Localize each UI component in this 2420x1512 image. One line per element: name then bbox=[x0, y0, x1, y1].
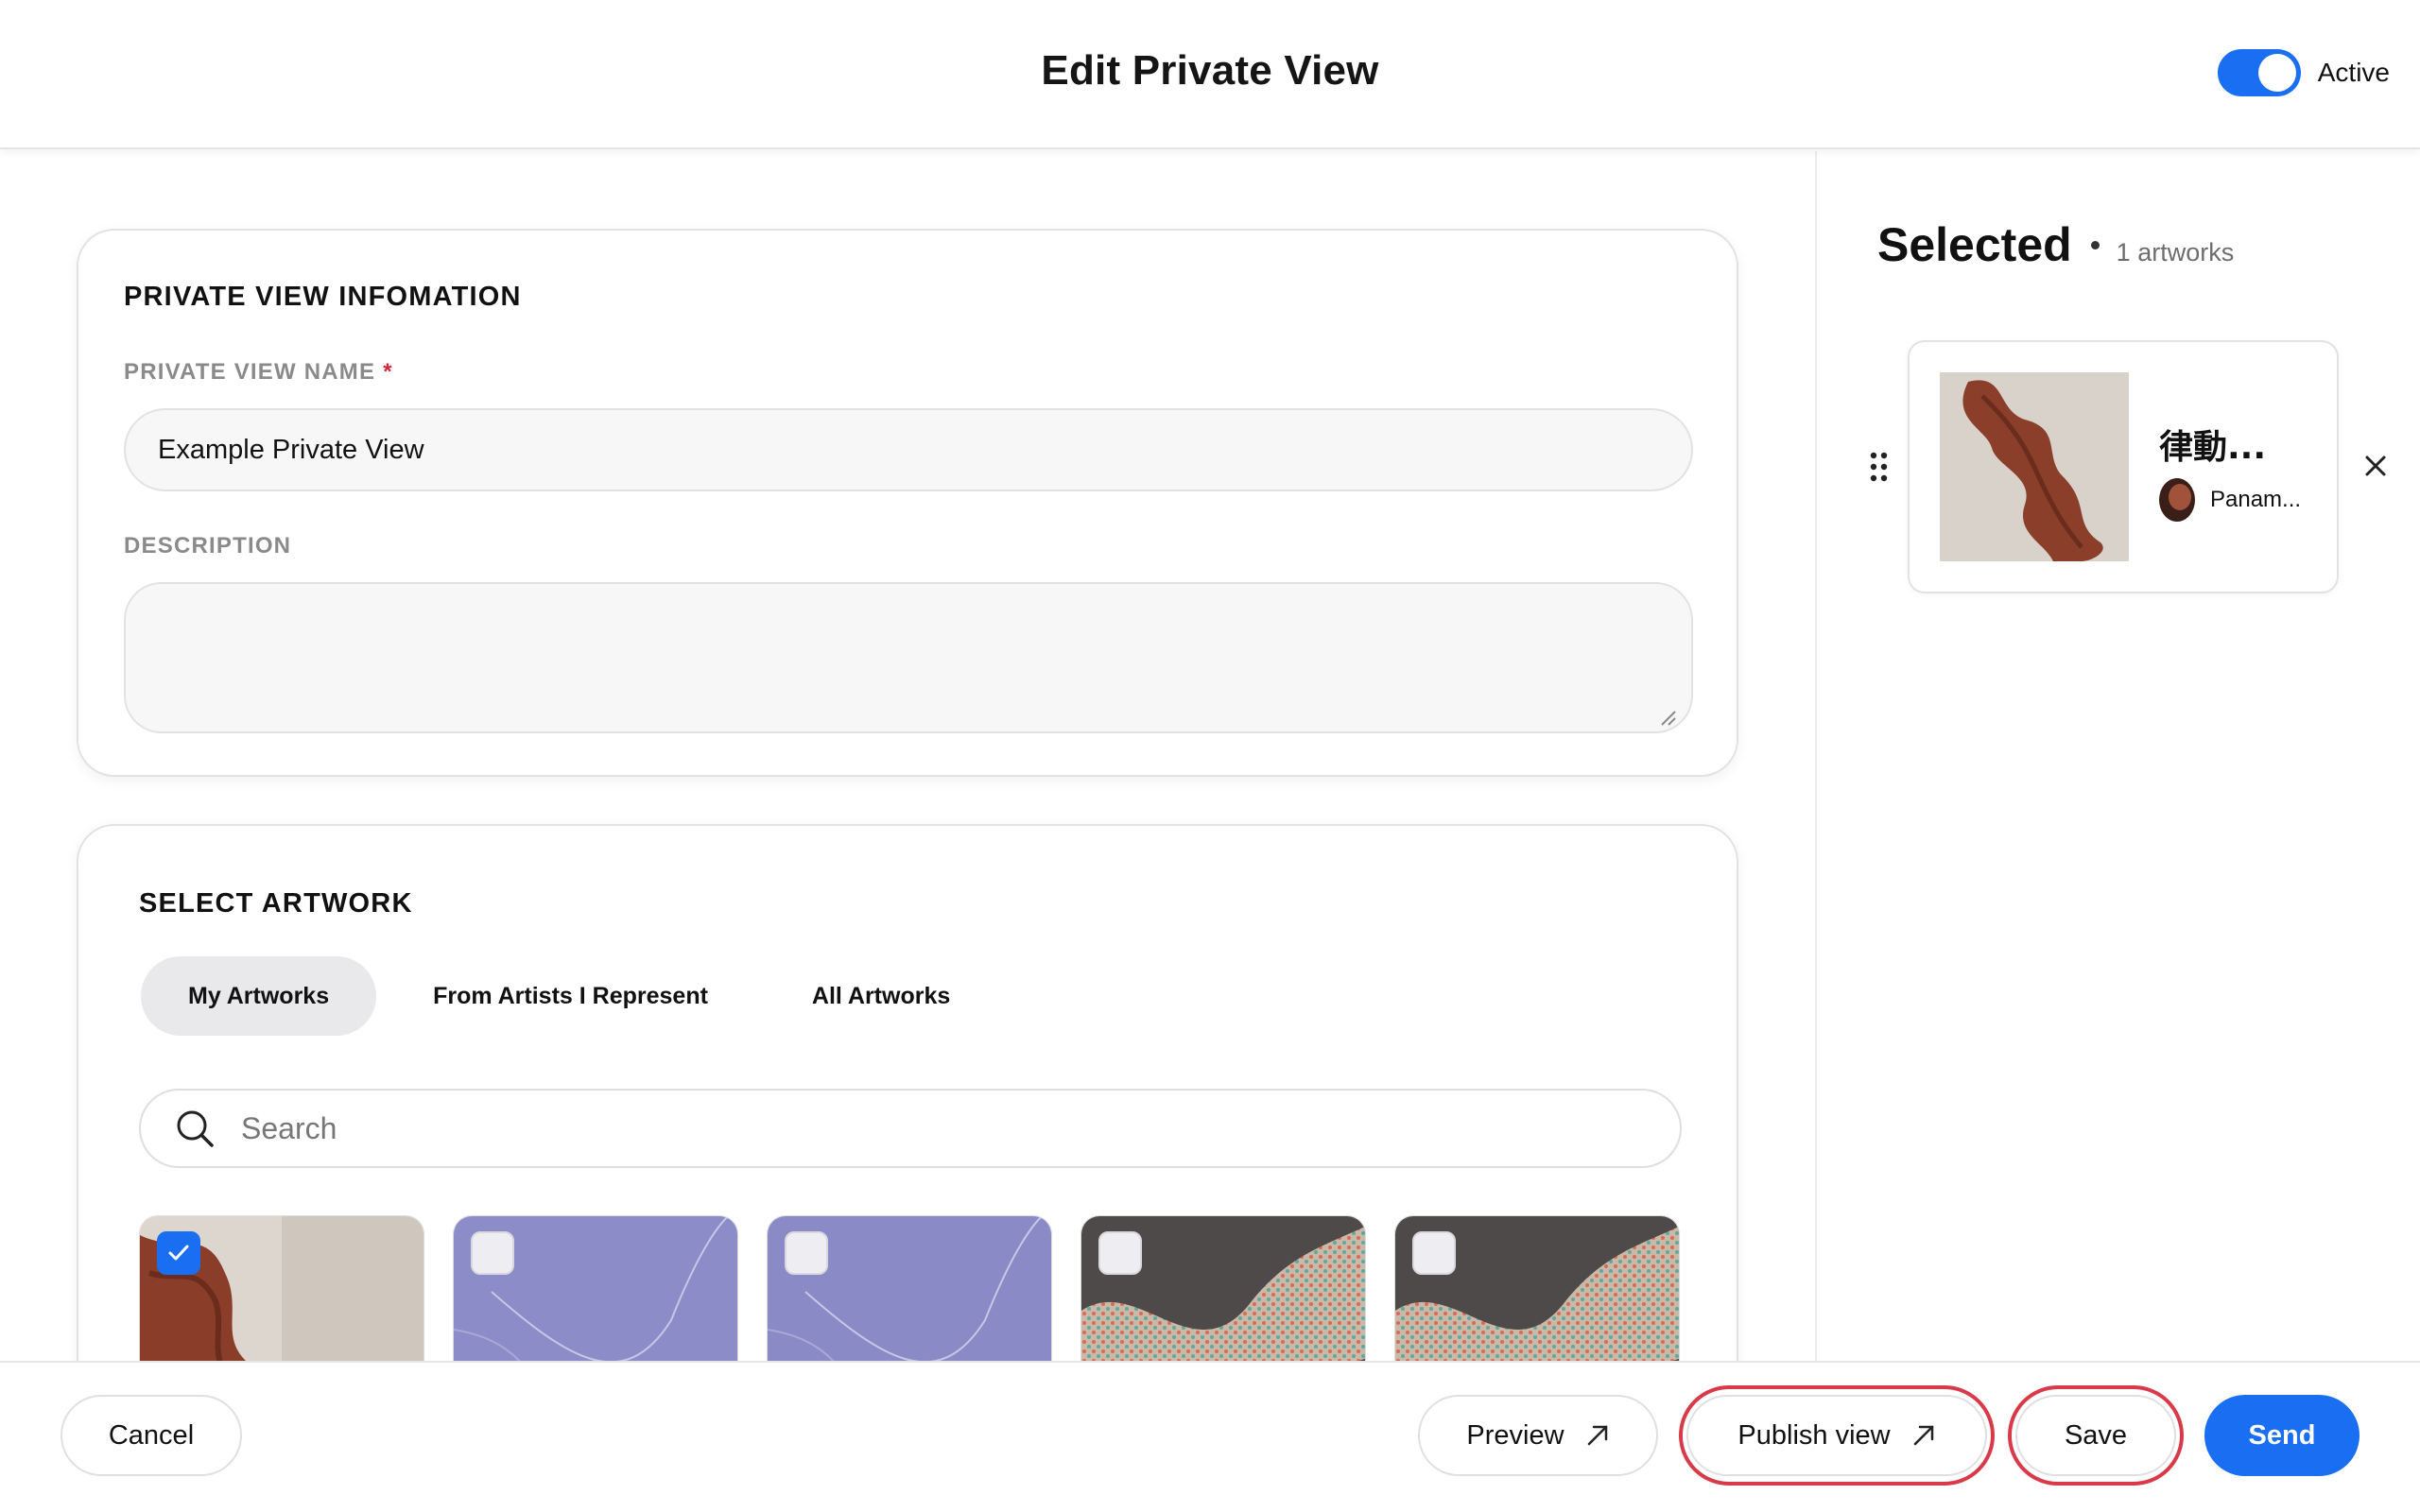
artwork-tabs: My Artworks From Artists I Represent All… bbox=[141, 956, 997, 1036]
search-input[interactable] bbox=[241, 1110, 1564, 1146]
artist-avatar bbox=[2159, 478, 2195, 522]
send-label: Send bbox=[2248, 1419, 2316, 1451]
private-view-name-input[interactable] bbox=[124, 408, 1693, 491]
close-icon[interactable] bbox=[2361, 452, 2390, 480]
cancel-label: Cancel bbox=[108, 1419, 195, 1451]
cancel-button[interactable]: Cancel bbox=[60, 1395, 242, 1476]
drag-handle-icon[interactable] bbox=[1870, 452, 1889, 482]
save-button[interactable]: Save bbox=[2015, 1395, 2176, 1476]
publish-label: Publish view bbox=[1737, 1419, 1891, 1451]
selected-header: Selected 1 artworks bbox=[1877, 217, 2234, 272]
selected-artwork-title: 律動... bbox=[2159, 428, 2267, 467]
save-label: Save bbox=[2064, 1419, 2128, 1451]
artwork-search bbox=[139, 1089, 1682, 1168]
tab-my-artworks[interactable]: My Artworks bbox=[141, 956, 377, 1036]
toggle-knob bbox=[2257, 54, 2296, 92]
main-content: PRIVATE VIEW INFOMATION PRIVATE VIEW NAM… bbox=[0, 151, 1815, 1486]
panel-divider bbox=[1815, 151, 1817, 1361]
top-header: Edit Private View Active bbox=[0, 0, 2420, 149]
selected-artwork-image bbox=[1940, 372, 2129, 561]
private-view-info-card: PRIVATE VIEW INFOMATION PRIVATE VIEW NAM… bbox=[77, 229, 1738, 777]
name-label: PRIVATE VIEW NAME * bbox=[124, 359, 393, 386]
tab-all-artworks[interactable]: All Artworks bbox=[765, 956, 997, 1036]
thumbnail-checkbox[interactable] bbox=[1098, 1231, 1142, 1275]
thumbnail-checkbox[interactable] bbox=[157, 1231, 200, 1275]
publish-view-button[interactable]: Publish view bbox=[1686, 1395, 1987, 1476]
search-icon bbox=[177, 1110, 214, 1147]
selected-title: Selected bbox=[1877, 218, 2072, 271]
active-toggle-group: Active bbox=[2217, 49, 2390, 96]
description-label: DESCRIPTION bbox=[124, 533, 292, 558]
active-label: Active bbox=[2317, 58, 2390, 87]
preview-label: Preview bbox=[1466, 1419, 1564, 1451]
page-title: Edit Private View bbox=[1041, 47, 1379, 94]
selected-count: 1 artworks bbox=[2116, 238, 2235, 266]
preview-button[interactable]: Preview bbox=[1418, 1395, 1658, 1476]
thumbnail-checkbox[interactable] bbox=[471, 1231, 514, 1275]
thumbnail-checkbox[interactable] bbox=[1412, 1231, 1456, 1275]
artwork-section-title: SELECT ARTWORK bbox=[139, 888, 413, 919]
required-mark: * bbox=[383, 359, 393, 385]
tab-from-artists[interactable]: From Artists I Represent bbox=[386, 956, 755, 1036]
info-section-title: PRIVATE VIEW INFOMATION bbox=[124, 282, 522, 312]
description-textarea[interactable] bbox=[124, 582, 1693, 733]
thumbnail-checkbox[interactable] bbox=[785, 1231, 828, 1275]
footer-actions: Cancel Preview Publish view Save Send bbox=[0, 1361, 2420, 1512]
separator-dot bbox=[2090, 241, 2100, 249]
external-link-icon bbox=[1587, 1425, 1607, 1446]
external-link-icon bbox=[1913, 1425, 1933, 1446]
selected-artwork-artist: Panam... bbox=[2159, 478, 2301, 522]
check-icon bbox=[168, 1245, 189, 1261]
send-button[interactable]: Send bbox=[2204, 1395, 2360, 1476]
selected-artwork-card[interactable]: 律動... Panam... bbox=[1908, 340, 2339, 593]
active-toggle[interactable] bbox=[2217, 49, 2301, 96]
resize-grip-icon[interactable] bbox=[1659, 709, 1676, 726]
artist-name: Panam... bbox=[2210, 487, 2302, 512]
name-label-text: PRIVATE VIEW NAME bbox=[124, 359, 376, 385]
